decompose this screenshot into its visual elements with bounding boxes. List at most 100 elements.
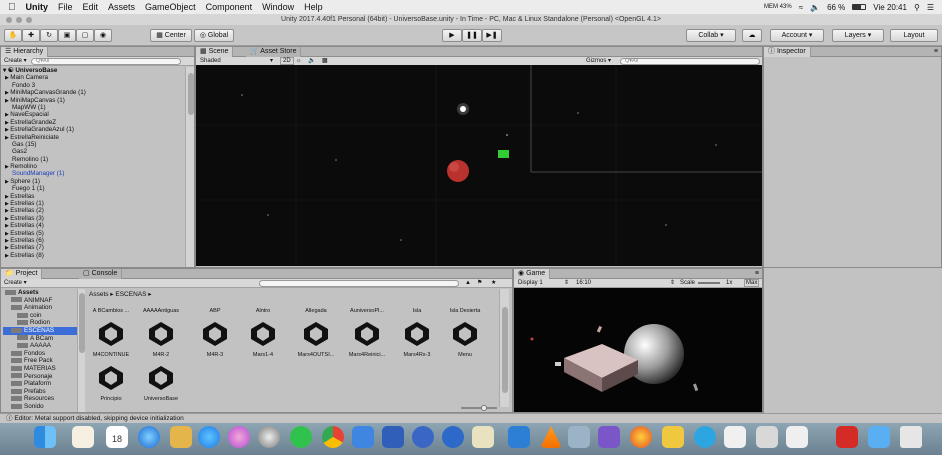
project-tree-item[interactable]: Rodion: [3, 319, 78, 327]
paint-app-icon[interactable]: [662, 426, 684, 448]
scene-viewport[interactable]: [196, 65, 762, 266]
hierarchy-item[interactable]: Fondo 3: [3, 82, 194, 89]
step-button[interactable]: ▶❚: [482, 29, 502, 42]
asset-scene[interactable]: Mars4OUTSI...: [291, 318, 341, 358]
asset-folder[interactable]: Alntro: [238, 294, 288, 314]
project-tree-item[interactable]: coin: [3, 312, 78, 320]
project-tree-item[interactable]: Assets: [3, 289, 78, 297]
apple-icon[interactable]: : [8, 2, 16, 13]
hierarchy-item[interactable]: ▶ Estrellas (2): [3, 207, 194, 214]
asset-folder[interactable]: ABP: [190, 294, 240, 314]
game-app-icon[interactable]: [472, 426, 494, 448]
editor-icon[interactable]: [352, 426, 374, 448]
pivot-center-button[interactable]: ▦ Center: [150, 29, 192, 42]
asset-folder[interactable]: AuniversoPl...: [342, 294, 392, 314]
system-preferences-icon[interactable]: [258, 426, 280, 448]
project-tree-scrollbar[interactable]: [77, 289, 85, 412]
telegram-icon[interactable]: [694, 426, 716, 448]
status-message[interactable]: Editor: Metal support disabled, skipping…: [14, 415, 183, 422]
tab-project[interactable]: 📁 Project: [1, 269, 43, 279]
app-store-icon[interactable]: [198, 426, 220, 448]
asset-scene[interactable]: Mars4Rx-3: [392, 318, 442, 358]
hierarchy-item[interactable]: Remolino (1): [3, 156, 194, 163]
project-tree-scroll-thumb[interactable]: [79, 293, 85, 353]
app-menu[interactable]: Unity: [26, 2, 49, 12]
trash-icon[interactable]: [900, 426, 922, 448]
hierarchy-item[interactable]: ▶ Estrellas (3): [3, 215, 194, 222]
filter-type-icon[interactable]: ▲: [465, 279, 471, 287]
favorite-star-icon[interactable]: ★: [491, 279, 496, 287]
gizmos-dropdown[interactable]: Gizmos ▾: [586, 57, 611, 65]
unity-icon[interactable]: [786, 426, 808, 448]
close-window-button[interactable]: [6, 17, 12, 23]
hierarchy-item[interactable]: ▶ NaveEspacial: [3, 111, 194, 118]
scene-root[interactable]: ▾ ☯ UniversoBase: [3, 67, 194, 74]
cpu-meter[interactable]: MEM 43%: [764, 4, 792, 10]
menu-file[interactable]: File: [58, 2, 73, 12]
lighting-toggle-icon[interactable]: ☼: [296, 57, 302, 65]
asset-scene[interactable]: Menu: [440, 318, 490, 358]
spotlight-icon[interactable]: ⚲: [914, 3, 920, 12]
menu-window[interactable]: Window: [262, 2, 294, 12]
play-button[interactable]: ▶: [442, 29, 462, 42]
hierarchy-item[interactable]: ▶ EstrellaGrandeAzul (1): [3, 126, 194, 133]
project-tree-item[interactable]: Resources: [3, 395, 78, 403]
tab-hierarchy[interactable]: ☰ Hierarchy: [1, 47, 49, 57]
shading-dropdown[interactable]: Shaded: [200, 57, 221, 65]
pivot-global-button[interactable]: ◎ Global: [194, 29, 234, 42]
game-viewport[interactable]: [514, 288, 762, 412]
battery-label[interactable]: 66 %: [827, 3, 845, 12]
hierarchy-search-input[interactable]: Q▾All: [31, 58, 181, 65]
toggle-2d-button[interactable]: 2D: [280, 57, 294, 65]
rect-tool-button[interactable]: ▢: [76, 29, 94, 42]
hierarchy-item[interactable]: ▶ MiniMapCanvas (1): [3, 97, 194, 104]
word-icon[interactable]: [382, 426, 404, 448]
asset-scene[interactable]: Principio: [86, 362, 136, 402]
project-assets-scroll-thumb[interactable]: [502, 307, 508, 393]
asset-folder[interactable]: AAAAAntiguas: [136, 294, 186, 314]
unity-hub-icon[interactable]: [724, 426, 746, 448]
project-tree-item[interactable]: Plataform: [3, 380, 78, 388]
star-app-icon[interactable]: [598, 426, 620, 448]
account-dropdown[interactable]: Account ▾: [770, 29, 824, 42]
project-tree-item[interactable]: A BCam: [3, 335, 78, 343]
aspect-dropdown[interactable]: 16:10: [576, 279, 591, 287]
hierarchy-item[interactable]: ▶ Estrellas (4): [3, 222, 194, 229]
menu-assets[interactable]: Assets: [108, 2, 135, 12]
notes-folder-icon[interactable]: [170, 426, 192, 448]
chrome-icon[interactable]: [322, 426, 344, 448]
asset-scene[interactable]: Mars1-4: [238, 318, 288, 358]
folder-dock-icon[interactable]: [868, 426, 890, 448]
move-tool-button[interactable]: ✚: [22, 29, 40, 42]
asset-scene[interactable]: UniversoBase: [136, 362, 186, 402]
acrobat-icon[interactable]: [836, 426, 858, 448]
asset-scene[interactable]: M4CONTINUE: [86, 318, 136, 358]
finder-icon[interactable]: [34, 426, 56, 448]
volume-icon[interactable]: 🔈: [810, 3, 820, 12]
hierarchy-item[interactable]: ▶ Estrellas (7): [3, 244, 194, 251]
planet-object[interactable]: [447, 160, 469, 182]
hierarchy-scrollbar[interactable]: [185, 67, 194, 267]
scene-canvas[interactable]: [196, 65, 762, 266]
maximize-on-play-button[interactable]: Max: [744, 279, 760, 287]
icon-size-slider[interactable]: [461, 405, 497, 411]
preview-icon[interactable]: [568, 426, 590, 448]
display-dropdown[interactable]: Display 1: [518, 279, 543, 287]
hierarchy-item[interactable]: Gas (15): [3, 141, 194, 148]
search-app-icon[interactable]: [442, 426, 464, 448]
hierarchy-item[interactable]: MapWW (1): [3, 104, 194, 111]
inspector-menu-icon[interactable]: ≡: [934, 47, 938, 56]
clock[interactable]: Vie 20:41: [873, 3, 907, 12]
wave-app-icon[interactable]: [412, 426, 434, 448]
project-assets-scrollbar[interactable]: [499, 289, 509, 407]
rotate-tool-button[interactable]: ↻: [40, 29, 58, 42]
project-tree-item[interactable]: ANIMNAF: [3, 297, 78, 305]
notification-center-icon[interactable]: ☰: [927, 3, 934, 12]
menu-edit[interactable]: Edit: [83, 2, 99, 12]
hierarchy-item[interactable]: ▶ Estrellas (6): [3, 237, 194, 244]
menu-component[interactable]: Component: [206, 2, 253, 12]
firefox-icon[interactable]: [630, 426, 652, 448]
tab-scene[interactable]: ▦ Scene: [196, 47, 234, 57]
hierarchy-item[interactable]: ▶ Sphere (1): [3, 178, 194, 185]
layout-dropdown[interactable]: Layout: [890, 29, 938, 42]
